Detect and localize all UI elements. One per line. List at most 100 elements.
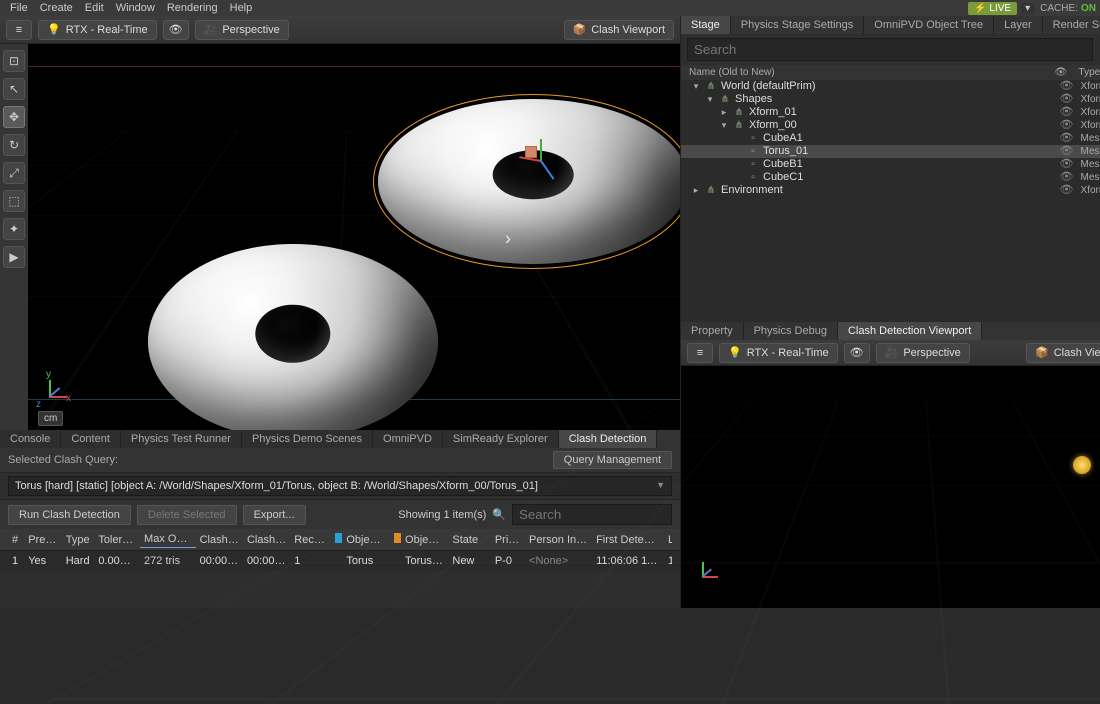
tab-render-settings[interactable]: Render Settings <box>1043 16 1100 34</box>
tree-item-type: Mesh <box>1081 145 1100 158</box>
stage-header-name[interactable]: Name (Old to New) <box>689 67 1055 78</box>
unit-badge[interactable]: cm <box>38 411 63 426</box>
tree-row-cubeb1[interactable]: ▫CubeB1👁Mesh <box>681 158 1100 171</box>
tab-physics-debug[interactable]: Physics Debug <box>744 322 838 340</box>
clash-viewport-3d[interactable] <box>681 366 1100 608</box>
visibility-icon[interactable]: 👁 <box>1057 158 1077 171</box>
tool-rotate[interactable]: ↻ <box>3 134 25 156</box>
clash-viewport-button[interactable]: Clash Viewport <box>564 20 674 40</box>
menu-create[interactable]: Create <box>34 2 79 14</box>
tab-omnipvd-object-tree[interactable]: OmniPVD Object Tree <box>864 16 994 34</box>
visibility-icon[interactable]: 👁 <box>1057 93 1077 106</box>
light-gizmo-icon[interactable] <box>1073 456 1091 474</box>
eye-visibility-button[interactable] <box>163 20 189 40</box>
tab-clash-detection-viewport[interactable]: Clash Detection Viewport <box>838 322 982 340</box>
tree-item-name: CubeA1 <box>763 132 1053 145</box>
viewport-3d[interactable]: › y x z cm <box>28 44 680 430</box>
filter-icon[interactable]: ▼ <box>1097 44 1100 56</box>
run-clash-button[interactable]: Run Clash Detection <box>8 505 131 525</box>
clash-icon <box>573 23 587 36</box>
tool-scale[interactable]: ⤢ <box>3 162 25 184</box>
visibility-icon[interactable]: 👁 <box>1057 80 1077 93</box>
tree-row-shapes[interactable]: ▾⋔Shapes👁Xform <box>681 93 1100 106</box>
visibility-icon[interactable]: 👁 <box>1057 184 1077 197</box>
tree-item-type: Xform <box>1081 80 1100 93</box>
tab-content[interactable]: Content <box>61 430 121 448</box>
tool-pointer[interactable]: ↖ <box>3 78 25 100</box>
menu-edit[interactable]: Edit <box>79 2 110 14</box>
live-dropdown[interactable]: ▾ <box>1021 3 1034 14</box>
cvp-settings-icon[interactable]: ≡ <box>687 343 713 363</box>
tab-physics-stage-settings[interactable]: Physics Stage Settings <box>731 16 865 34</box>
visibility-icon[interactable]: 👁 <box>1057 171 1077 184</box>
menu-rendering[interactable]: Rendering <box>161 2 224 14</box>
tree-row-cubea1[interactable]: ▫CubeA1👁Mesh <box>681 132 1100 145</box>
export-button[interactable]: Export... <box>243 505 306 525</box>
gizmo-z-axis[interactable] <box>540 160 554 179</box>
tree-row-environment[interactable]: ▸⋔Environment👁Xform <box>681 184 1100 197</box>
visibility-icon[interactable]: 👁 <box>1057 106 1077 119</box>
tree-twisty-icon[interactable]: ▾ <box>719 119 729 132</box>
col-clash-end[interactable]: Clash End <box>243 532 290 548</box>
torus-object-a[interactable] <box>148 244 438 430</box>
col-tolerance[interactable]: Tolerance <box>94 532 140 548</box>
cache-state: ON <box>1081 3 1096 14</box>
tool-move[interactable]: ✥ <box>3 106 25 128</box>
rtx-mode-label: RTX - Real-Time <box>66 24 148 36</box>
cvp-clash-button[interactable]: Clash Viewport <box>1026 343 1100 363</box>
tool-select-box[interactable]: ⊡ <box>3 50 25 72</box>
col-present[interactable]: Present <box>24 532 62 548</box>
tab-layer[interactable]: Layer <box>994 16 1043 34</box>
tree-prim-icon: ⋔ <box>719 93 731 106</box>
tree-twisty-icon[interactable]: ▸ <box>691 184 701 197</box>
stage-search-input[interactable] <box>687 38 1093 61</box>
tree-twisty-icon[interactable]: ▾ <box>691 80 701 93</box>
tab-console[interactable]: Console <box>0 430 61 448</box>
tab-stage[interactable]: Stage <box>681 16 731 34</box>
tree-row-cubec1[interactable]: ▫CubeC1👁Mesh <box>681 171 1100 184</box>
col-type[interactable]: Type <box>62 532 95 548</box>
tree-row-xform-00[interactable]: ▾⋔Xform_00👁Xform <box>681 119 1100 132</box>
tree-row-torus-01[interactable]: ▫Torus_01👁Mesh <box>681 145 1100 158</box>
menu-file[interactable]: File <box>4 2 34 14</box>
tab-physics-test-runner[interactable]: Physics Test Runner <box>121 430 242 448</box>
col-index[interactable]: # <box>8 532 24 548</box>
stage-tree[interactable]: ▾⋔World (defaultPrim)👁Xform▾⋔Shapes👁Xfor… <box>681 80 1100 322</box>
tool-physics[interactable]: ✦ <box>3 218 25 240</box>
lightbulb-icon <box>728 346 742 359</box>
tool-snap[interactable]: ⬚ <box>3 190 25 212</box>
menu-help[interactable]: Help <box>224 2 259 14</box>
cvp-rtx-button[interactable]: RTX - Real-Time <box>719 343 838 363</box>
vp-settings-icon[interactable]: ≡ <box>6 20 32 40</box>
tree-twisty-icon[interactable]: ▸ <box>719 106 729 119</box>
tree-twisty-icon[interactable]: ▾ <box>705 93 715 106</box>
visibility-icon[interactable]: 👁 <box>1057 145 1077 158</box>
gizmo-y-axis[interactable] <box>540 139 542 161</box>
tab-property[interactable]: Property <box>681 322 744 340</box>
tool-rail: ⊡ ↖ ✥ ↻ ⤢ ⬚ ✦ ▶ <box>0 44 28 430</box>
col-max-overlaps[interactable]: Max Overlaps <box>140 531 196 548</box>
tree-item-name: Shapes <box>735 93 1053 106</box>
cvp-eye-button[interactable] <box>844 343 870 363</box>
camera-mode-button[interactable]: Perspective <box>195 20 289 40</box>
tree-row-xform-01[interactable]: ▸⋔Xform_01👁Xform <box>681 106 1100 119</box>
rtx-mode-button[interactable]: RTX - Real-Time <box>38 20 157 40</box>
live-badge[interactable]: LIVE <box>968 2 1017 15</box>
visibility-icon[interactable]: 👁 <box>1057 132 1077 145</box>
cell-present: Yes <box>24 553 62 569</box>
viewport-play-icon[interactable]: › <box>505 229 511 250</box>
tree-prim-icon: ▫ <box>747 158 759 171</box>
clash-axis-widget[interactable] <box>691 558 721 588</box>
cvp-camera-button[interactable]: Perspective <box>876 343 970 363</box>
visibility-icon[interactable]: 👁 <box>1057 119 1077 132</box>
tab-omnipvd[interactable]: OmniPVD <box>373 430 443 448</box>
menu-window[interactable]: Window <box>110 2 161 14</box>
tool-play[interactable]: ▶ <box>3 246 25 268</box>
axis-widget[interactable]: y x z <box>38 378 68 408</box>
transform-gizmo[interactable] <box>518 139 562 183</box>
tree-row-world-defaultprim-[interactable]: ▾⋔World (defaultPrim)👁Xform <box>681 80 1100 93</box>
tab-physics-demo-scenes[interactable]: Physics Demo Scenes <box>242 430 373 448</box>
stage-header-type[interactable]: Type <box>1079 67 1100 78</box>
col-clash-start[interactable]: Clash Start <box>196 532 243 548</box>
delete-selected-button[interactable]: Delete Selected <box>137 505 237 525</box>
